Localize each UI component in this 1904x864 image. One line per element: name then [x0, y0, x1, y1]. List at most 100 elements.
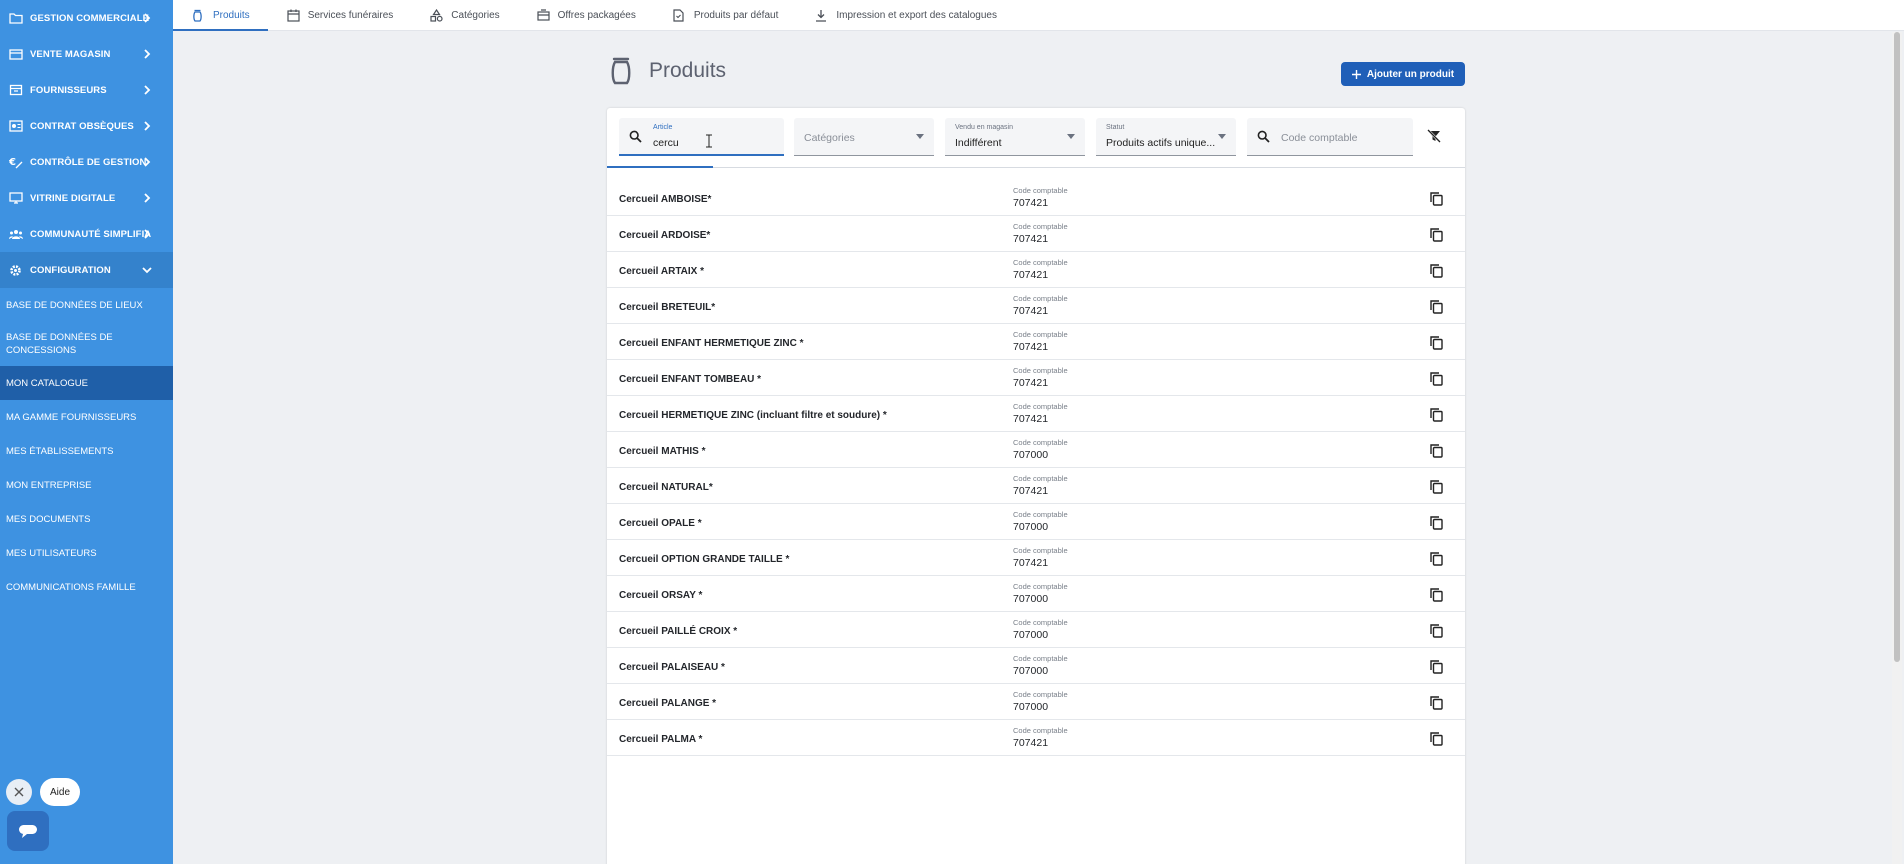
sidebar-item-vitrine-digitale[interactable]: VITRINE DIGITALE — [0, 180, 173, 216]
tab-produits-par-d-faut[interactable]: Produits par défaut — [654, 0, 797, 30]
code-comptable-placeholder: Code comptable — [1281, 132, 1358, 144]
sidebar-subitem-mes-utilisateurs[interactable]: MES UTILISATEURS — [0, 536, 173, 570]
sidebar-item-contr-le-de-gestion[interactable]: € CONTRÔLE DE GESTION — [0, 144, 173, 180]
copy-icon[interactable] — [1429, 731, 1444, 746]
chevron-right-icon — [144, 121, 151, 131]
categories-select[interactable]: Catégories — [794, 118, 934, 156]
document-icon — [673, 8, 686, 22]
copy-icon[interactable] — [1429, 623, 1444, 638]
copy-icon[interactable] — [1429, 299, 1444, 314]
table-row[interactable]: Cercueil PAILLÉ CROIX * Code comptable 707… — [607, 612, 1465, 648]
product-name[interactable]: Cercueil ARDOISE* — [619, 230, 710, 241]
table-row[interactable]: Cercueil PALAISEAU * Code comptable 707000 — [607, 648, 1465, 684]
chevron-right-icon — [144, 49, 151, 59]
table-row[interactable]: Cercueil OPTION GRANDE TAILLE * Code comp… — [607, 540, 1465, 576]
copy-icon[interactable] — [1429, 551, 1444, 566]
copy-icon[interactable] — [1429, 515, 1444, 530]
product-name[interactable]: Cercueil ENFANT HERMETIQUE ZINC * — [619, 338, 803, 349]
product-name[interactable]: Cercueil PALMA * — [619, 734, 702, 745]
tab-label: Catégories — [451, 9, 500, 21]
copy-icon[interactable] — [1429, 695, 1444, 710]
vendu-magasin-select[interactable]: Vendu en magasin Indifférent — [945, 118, 1085, 156]
sidebar-subitem-mon-catalogue[interactable]: MON CATALOGUE — [0, 366, 173, 400]
help-button[interactable]: Aide — [40, 778, 81, 806]
copy-icon[interactable] — [1429, 479, 1444, 494]
product-name[interactable]: Cercueil NATURAL* — [619, 482, 713, 493]
product-name[interactable]: Cercueil ARTAIX * — [619, 266, 704, 277]
product-name[interactable]: Cercueil BRETEUIL* — [619, 302, 715, 313]
table-row[interactable]: Cercueil AMBOISE* Code comptable 707421 — [607, 180, 1465, 216]
table-row[interactable]: Cercueil BRETEUIL* Code comptable 707421 — [607, 288, 1465, 324]
product-name[interactable]: Cercueil AMBOISE* — [619, 194, 711, 205]
copy-icon[interactable] — [1429, 191, 1444, 206]
tab-produits[interactable]: Produits — [173, 0, 268, 31]
code-comptable-label: Code comptable — [1013, 474, 1068, 483]
sidebar-item-configuration[interactable]: CONFIGURATION — [0, 252, 173, 288]
sidebar-subitem-mes-tablissements[interactable]: MES ÉTABLISSEMENTS — [0, 434, 173, 468]
code-comptable-value: 707421 — [1013, 197, 1049, 209]
tab-impression-et-export-des-catalogues[interactable]: Impression et export des catalogues — [796, 0, 1015, 30]
copy-icon[interactable] — [1429, 659, 1444, 674]
table-row[interactable]: Cercueil MATHIS * Code comptable 707000 — [607, 432, 1465, 468]
code-comptable-label: Code comptable — [1013, 330, 1068, 339]
table-row[interactable]: Cercueil ENFANT HERMETIQUE ZINC * Code co… — [607, 324, 1465, 360]
sidebar-item-contrat-obs-ques[interactable]: CONTRAT OBSÈQUES — [0, 108, 173, 144]
table-row[interactable]: Cercueil OPALE * Code comptable 707000 — [607, 504, 1465, 540]
product-name[interactable]: Cercueil HERMETIQUE ZINC (incluant filtr… — [619, 410, 887, 421]
sidebar-subitem-mon-entreprise[interactable]: MON ENTREPRISE — [0, 468, 173, 502]
code-comptable-field[interactable]: Code comptable — [1247, 118, 1413, 156]
copy-icon[interactable] — [1429, 263, 1444, 278]
table-row[interactable]: Cercueil ARTAIX * Code comptable 707421 — [607, 252, 1465, 288]
product-name[interactable]: Cercueil MATHIS * — [619, 446, 706, 457]
table-row[interactable]: Cercueil PALMA * Code comptable 707421 — [607, 720, 1465, 756]
table-row[interactable]: Cercueil PALANGE * Code comptable 707000 — [607, 684, 1465, 720]
chat-button[interactable] — [7, 811, 49, 851]
filter-bar: Article cercu Catégories Vendu en magasi… — [607, 108, 1465, 168]
sidebar-subitem-base-de-donn-es-de-lieux[interactable]: BASE DE DONNÉES DE LIEUX — [0, 288, 173, 322]
copy-icon[interactable] — [1429, 443, 1444, 458]
calendar-icon — [287, 9, 300, 22]
close-icon[interactable] — [6, 779, 32, 805]
tab-services-fun-raires[interactable]: Services funéraires — [268, 0, 412, 30]
sidebar-subitem-communications-famille[interactable]: COMMUNICATIONS FAMILLE — [0, 570, 173, 604]
product-name[interactable]: Cercueil ENFANT TOMBEAU * — [619, 374, 761, 385]
product-name[interactable]: Cercueil OPALE * — [619, 518, 702, 529]
sidebar-item-communaut-simplifia[interactable]: COMMUNAUTÉ SIMPLIFIA — [0, 216, 173, 252]
page-scrollbar[interactable] — [1892, 32, 1902, 864]
tab-cat-gories[interactable]: Catégories — [411, 0, 517, 30]
download-icon — [815, 9, 828, 22]
copy-icon[interactable] — [1429, 335, 1444, 350]
add-product-button[interactable]: Ajouter un produit — [1341, 62, 1465, 86]
table-row[interactable]: Cercueil NATURAL* Code comptable 707421 — [607, 468, 1465, 504]
table-row[interactable]: Cercueil HERMETIQUE ZINC (incluant filtr… — [607, 396, 1465, 432]
code-comptable-value: 707421 — [1013, 233, 1049, 245]
product-name[interactable]: Cercueil ORSAY * — [619, 590, 702, 601]
code-comptable-label: Code comptable — [1013, 546, 1068, 555]
sidebar-subitem-base-de-donn-es-de-concessions[interactable]: BASE DE DONNÉES DE CONCESSIONS — [0, 322, 173, 366]
code-comptable-label: Code comptable — [1013, 438, 1068, 447]
table-row[interactable]: Cercueil ENFANT TOMBEAU * Code comptable 7… — [607, 360, 1465, 396]
copy-icon[interactable] — [1429, 371, 1444, 386]
product-name[interactable]: Cercueil PALANGE * — [619, 698, 716, 709]
sidebar-subitem-mes-documents[interactable]: MES DOCUMENTS — [0, 502, 173, 536]
sidebar-item-vente-magasin[interactable]: VENTE MAGASIN — [0, 36, 173, 72]
sidebar-item-gestion-commerciale[interactable]: GESTION COMMERCIALE — [0, 0, 173, 36]
product-name[interactable]: Cercueil PAILLÉ CROIX * — [619, 626, 737, 637]
copy-icon[interactable] — [1429, 227, 1444, 242]
page-header: Produits — [607, 55, 726, 87]
product-name[interactable]: Cercueil OPTION GRANDE TAILLE * — [619, 554, 789, 565]
table-row[interactable]: Cercueil ARDOISE* Code comptable 707421 — [607, 216, 1465, 252]
scrollbar-thumb[interactable] — [1894, 32, 1900, 662]
product-name[interactable]: Cercueil PALAISEAU * — [619, 662, 725, 673]
code-comptable-value: 707000 — [1013, 701, 1049, 713]
tab-offres-packag-es[interactable]: Offres packagées — [518, 0, 654, 30]
sidebar-subitem-ma-gamme-fournisseurs[interactable]: MA GAMME FOURNISSEURS — [0, 400, 173, 434]
article-search-field[interactable]: Article cercu — [619, 118, 784, 156]
copy-icon[interactable] — [1429, 587, 1444, 602]
sidebar-item-fournisseurs[interactable]: FOURNISSEURS — [0, 72, 173, 108]
copy-icon[interactable] — [1429, 407, 1444, 422]
statut-select[interactable]: Statut Produits actifs unique... — [1096, 118, 1236, 156]
store-icon — [8, 47, 23, 62]
clear-filter-icon[interactable] — [1426, 128, 1442, 144]
table-row[interactable]: Cercueil ORSAY * Code comptable 707000 — [607, 576, 1465, 612]
